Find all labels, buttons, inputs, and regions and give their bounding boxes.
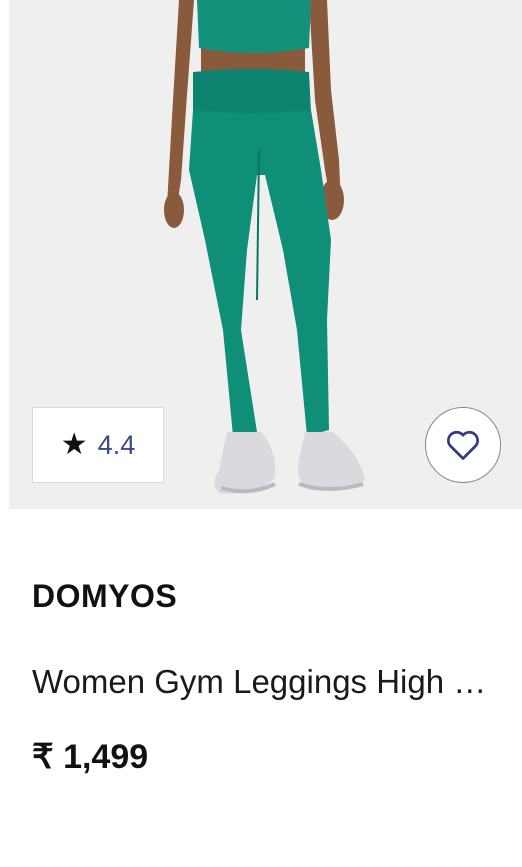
rating-value: 4.4 <box>97 429 136 460</box>
product-card[interactable]: ★ 4.4 DOMYOS Women Gym Leggings High … ₹… <box>0 0 522 867</box>
brand-name: DOMYOS <box>32 578 178 614</box>
product-title[interactable]: Women Gym Leggings High … <box>32 663 502 701</box>
product-price: ₹ 1,499 <box>32 738 149 776</box>
heart-outline-icon <box>447 430 479 460</box>
rating-badge: ★ 4.4 <box>32 407 164 483</box>
star-icon: ★ <box>60 427 88 462</box>
wishlist-button[interactable] <box>425 407 501 483</box>
